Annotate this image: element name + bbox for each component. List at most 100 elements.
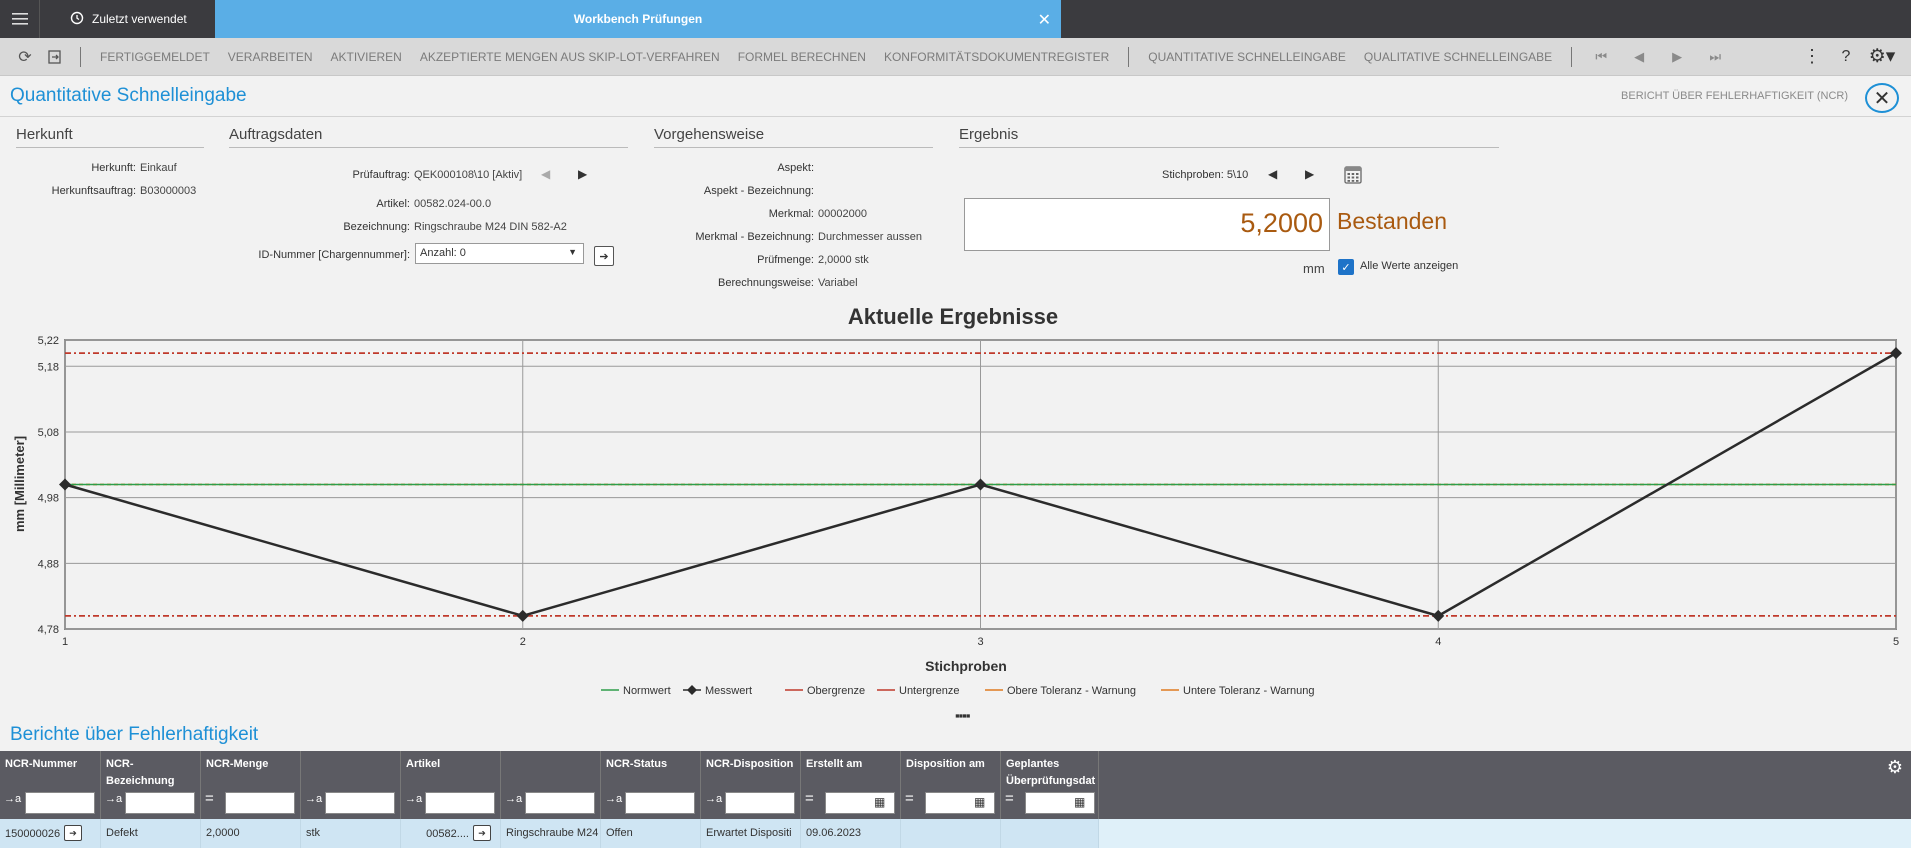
action-aktivieren[interactable]: AKTIVIEREN: [321, 50, 410, 64]
col-artikel[interactable]: Artikel →a: [401, 751, 501, 819]
tab-workbench[interactable]: Workbench Prüfungen ✕: [215, 0, 1061, 38]
merkmal-bezeichnung-value: Durchmesser aussen: [818, 231, 922, 243]
filter-input[interactable]: [725, 792, 795, 814]
col-einheit[interactable]: →a: [301, 751, 401, 819]
recent-label: Zuletzt verwendet: [92, 12, 187, 26]
result-unit: mm: [1303, 261, 1325, 276]
last-record-icon[interactable]: ⏭: [1696, 49, 1734, 65]
open-detail-icon[interactable]: ➔: [594, 246, 614, 266]
settings-icon[interactable]: ⚙▾: [1867, 42, 1897, 72]
section-ergebnis-title: Ergebnis: [959, 126, 1499, 148]
col-ncr-disposition[interactable]: NCR-Disposition →a: [701, 751, 801, 819]
close-tab-icon[interactable]: ✕: [1038, 10, 1051, 30]
col-erstellt-am[interactable]: Erstellt am = ▦: [801, 751, 901, 819]
action-skip-lot[interactable]: AKZEPTIERTE MENGEN AUS SKIP-LOT-VERFAHRE…: [411, 50, 729, 64]
filter-input[interactable]: [625, 792, 695, 814]
filter-input[interactable]: [525, 792, 595, 814]
cell-artikel: 00582.... ➔: [401, 819, 501, 848]
filter-equals-icon[interactable]: =: [905, 790, 914, 807]
chart-title: Aktuelle Ergebnisse: [848, 304, 1058, 329]
col-ncr-nummer[interactable]: NCR-Nummer →a: [0, 751, 101, 819]
action-fertiggemeldet[interactable]: FERTIGGEMELDET: [91, 50, 219, 64]
col-header-text: Geplantes Überprüfungsdat: [1006, 758, 1096, 787]
id-nummer-select[interactable]: Anzahl: 0 ▼: [415, 243, 584, 264]
legend-entry: Untere Toleranz - Warnung: [1183, 685, 1314, 697]
history-icon: [70, 11, 84, 28]
show-all-checkbox[interactable]: ✓: [1338, 259, 1354, 275]
col-header-text: Erstellt am: [806, 758, 863, 770]
cell-geplantes-datum: [1001, 819, 1099, 848]
open-artikel-icon[interactable]: ➔: [473, 825, 491, 841]
next-record-icon[interactable]: ▶: [1658, 49, 1696, 65]
col-ncr-menge[interactable]: NCR-Menge =: [201, 751, 301, 819]
cell-einheit: stk: [301, 819, 401, 848]
prev-sample-icon[interactable]: ◀: [1268, 167, 1277, 181]
aspekt-bezeichnung-label: Aspekt - Bezeichnung:: [703, 185, 814, 197]
col-ncr-bezeichnung[interactable]: NCR-Bezeichnung →a: [101, 751, 201, 819]
table-row[interactable]: 150000026 ➔ Defekt 2,0000 stk 00582.... ➔ …: [0, 819, 1911, 848]
y-tick-label: 4,78: [38, 624, 59, 636]
prev-record-icon[interactable]: ◀: [1620, 49, 1658, 65]
filter-equals-icon[interactable]: =: [205, 790, 214, 807]
filter-operator-icon[interactable]: →a: [305, 793, 322, 805]
close-panel-icon[interactable]: ✕: [1865, 83, 1899, 113]
cell-disposition-am: [901, 819, 1001, 848]
filter-operator-icon[interactable]: →a: [505, 793, 522, 805]
x-tick-label: 5: [1893, 636, 1899, 648]
calendar-icon[interactable]: ▦: [1074, 795, 1085, 809]
action-qualitative[interactable]: QUALITATIVE SCHNELLEINGABE: [1355, 50, 1561, 64]
y-tick-label: 5,18: [38, 361, 59, 373]
merkmal-value: 00002000: [818, 208, 867, 220]
pruefauftrag-label: Prüfauftrag:: [352, 169, 410, 181]
filter-equals-icon[interactable]: =: [1005, 790, 1014, 807]
filter-input[interactable]: [325, 792, 395, 814]
more-icon[interactable]: ⋮: [1797, 42, 1827, 72]
calculator-icon[interactable]: [1344, 166, 1362, 187]
artikel-label: Artikel:: [376, 198, 410, 210]
col-geplantes-datum[interactable]: Geplantes Überprüfungsdat = ▦: [1001, 751, 1099, 819]
first-record-icon[interactable]: ⏮: [1582, 49, 1620, 65]
calendar-icon[interactable]: ▦: [874, 795, 885, 809]
filter-operator-icon[interactable]: →a: [4, 793, 21, 805]
col-artikel-bezeichnung[interactable]: →a: [501, 751, 601, 819]
action-quantitative[interactable]: QUANTITATIVE SCHNELLEINGABE: [1139, 50, 1355, 64]
open-ncr-icon[interactable]: ➔: [64, 825, 83, 841]
x-tick-label: 4: [1435, 636, 1441, 648]
filter-operator-icon[interactable]: →a: [405, 793, 422, 805]
help-icon[interactable]: ?: [1831, 42, 1861, 72]
refresh-icon[interactable]: ⟳: [10, 42, 40, 72]
ncr-report-link[interactable]: BERICHT ÜBER FEHLERHAFTIGKEIT (NCR): [1621, 90, 1848, 102]
cell-erstellt-am: 09.06.2023: [801, 819, 901, 848]
sync-icon[interactable]: [40, 42, 70, 72]
recent-button[interactable]: Zuletzt verwendet: [50, 0, 215, 38]
next-sample-icon[interactable]: ▶: [1305, 167, 1314, 181]
action-konformitaet[interactable]: KONFORMITÄTSDOKUMENTREGISTER: [875, 50, 1118, 64]
herkunftsauftrag-value: B03000003: [140, 185, 197, 197]
col-disposition-am[interactable]: Disposition am = ▦: [901, 751, 1001, 819]
splitter-handle[interactable]: ▪▪▪▪: [955, 708, 970, 723]
grid-settings-icon[interactable]: ⚙: [1887, 757, 1903, 778]
calendar-icon[interactable]: ▦: [974, 795, 985, 809]
filter-operator-icon[interactable]: →a: [105, 793, 122, 805]
ncr-grid-header: NCR-Nummer →a NCR-Bezeichnung →a NCR-Men…: [0, 751, 1911, 819]
filter-input[interactable]: [125, 792, 195, 814]
tab-title: Workbench Prüfungen: [573, 12, 703, 26]
cell-ncr-nummer: 150000026 ➔: [0, 819, 101, 848]
filter-input[interactable]: [225, 792, 295, 814]
action-verarbeiten[interactable]: VERARBEITEN: [219, 50, 322, 64]
filter-operator-icon[interactable]: →a: [605, 793, 622, 805]
row-filler: [1099, 819, 1911, 848]
action-formel[interactable]: FORMEL BERECHNEN: [729, 50, 875, 64]
berechnungsweise-label: Berechnungsweise:: [717, 277, 814, 289]
filter-operator-icon[interactable]: →a: [705, 793, 722, 805]
menu-icon[interactable]: [0, 0, 40, 38]
y-tick-label: 5,22: [38, 335, 59, 347]
filter-input[interactable]: [25, 792, 95, 814]
next-pruefauftrag-icon[interactable]: ▶: [578, 167, 587, 181]
col-ncr-status[interactable]: NCR-Status →a: [601, 751, 701, 819]
prev-pruefauftrag-icon[interactable]: ◀: [541, 167, 550, 181]
filter-input[interactable]: [425, 792, 495, 814]
filter-equals-icon[interactable]: =: [805, 790, 814, 807]
plot-area: 5,22 5,18 5,08 4,98 4,88 4,781 2 3 4 5: [38, 335, 1902, 648]
result-value-field[interactable]: 5,2000: [964, 198, 1330, 251]
